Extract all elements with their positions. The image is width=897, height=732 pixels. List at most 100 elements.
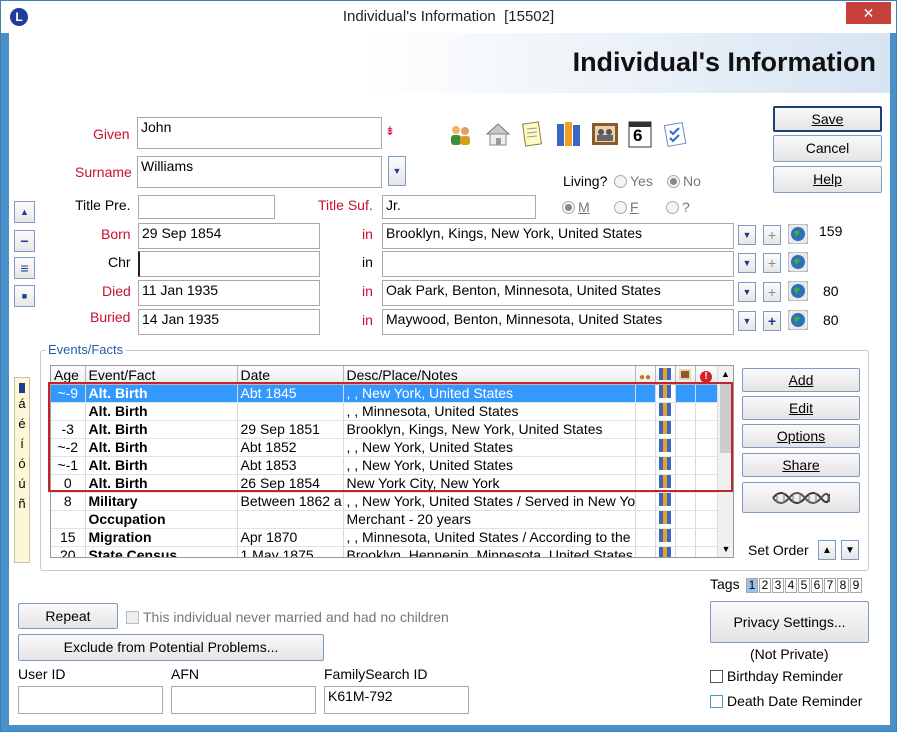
buried-globe-icon[interactable] — [788, 309, 808, 331]
surname-input[interactable]: Williams — [137, 156, 382, 188]
user-id-input[interactable] — [18, 686, 163, 714]
died-date-input[interactable]: 11 Jan 1935 — [138, 280, 320, 306]
tag-2[interactable]: 2 — [759, 578, 771, 593]
table-row[interactable]: Occupation Merchant - 20 years — [51, 510, 718, 529]
scroll-thumb[interactable] — [720, 383, 731, 453]
chr-place-dropdown[interactable]: ▼ — [738, 253, 756, 273]
family-icon[interactable] — [447, 121, 475, 149]
never-married-checkbox[interactable]: This individual never married and had no… — [126, 609, 449, 625]
accent-char-i[interactable]: í — [15, 434, 29, 454]
checklist-icon[interactable] — [661, 119, 691, 149]
tag-3[interactable]: 3 — [772, 578, 784, 593]
table-row[interactable]: 8 Military Between 1862 a , , New York, … — [51, 492, 718, 511]
born-globe-icon[interactable] — [788, 223, 808, 245]
buried-add-button[interactable]: + — [763, 311, 781, 331]
table-row[interactable]: 0 Alt. Birth 26 Sep 1854 New York City, … — [51, 474, 718, 493]
birthday-reminder-checkbox[interactable]: Birthday Reminder — [710, 668, 843, 684]
living-no-radio[interactable]: No — [667, 173, 701, 189]
save-button[interactable]: Save — [773, 106, 882, 132]
options-button[interactable]: Options — [742, 424, 860, 448]
repeat-button[interactable]: Repeat — [18, 603, 118, 629]
dna-button[interactable] — [742, 482, 860, 513]
row-people-cell — [635, 474, 656, 493]
given-input[interactable]: John — [137, 117, 382, 149]
list-button[interactable]: ≡ — [14, 257, 35, 279]
afn-input[interactable] — [171, 686, 316, 714]
title-suf-input[interactable]: Jr. — [382, 195, 536, 219]
column-header-media[interactable] — [675, 366, 696, 385]
home-icon[interactable] — [483, 119, 513, 149]
born-place-input[interactable]: Brooklyn, Kings, New York, United States — [382, 223, 734, 249]
accent-char-o[interactable]: ó — [15, 454, 29, 474]
table-row[interactable]: ~-2 Alt. Birth Abt 1852 , , New York, Un… — [51, 438, 718, 457]
table-row[interactable]: -3 Alt. Birth 29 Sep 1851 Brooklyn, King… — [51, 420, 718, 439]
accent-char-e[interactable]: é — [15, 414, 29, 434]
books-icon[interactable] — [553, 119, 585, 149]
cancel-button[interactable]: Cancel — [773, 135, 882, 162]
table-row[interactable]: ~-1 Alt. Birth Abt 1853 , , New York, Un… — [51, 456, 718, 475]
chr-globe-icon[interactable] — [788, 251, 808, 273]
share-button[interactable]: Share — [742, 453, 860, 477]
close-button[interactable]: ✕ — [846, 2, 891, 24]
chr-date-input[interactable] — [138, 251, 320, 277]
sex-m-radio[interactable]: M — [562, 199, 590, 215]
born-add-button[interactable]: + — [763, 225, 781, 245]
familysearch-id-input[interactable]: K61M-792 — [324, 686, 469, 714]
born-place-dropdown[interactable]: ▼ — [738, 225, 756, 245]
given-sort-icon[interactable]: ⇟ — [385, 124, 395, 138]
buried-date-input[interactable]: 14 Jan 1935 — [138, 309, 320, 335]
table-row[interactable]: 20 State Census 1 May 1875 Brooklyn, Hen… — [51, 546, 718, 557]
tag-6[interactable]: 6 — [811, 578, 823, 593]
tag-8[interactable]: 8 — [837, 578, 849, 593]
order-up-button[interactable]: ▲ — [818, 540, 836, 560]
tag-4[interactable]: 4 — [785, 578, 797, 593]
edit-event-button[interactable]: Edit — [742, 396, 860, 420]
table-row[interactable]: Alt. Birth , , Minnesota, United States — [51, 402, 718, 421]
notepad-icon[interactable] — [519, 119, 547, 149]
move-up-button[interactable]: ▲ — [14, 201, 35, 223]
living-yes-radio[interactable]: Yes — [614, 173, 653, 189]
title-pre-input[interactable] — [138, 195, 275, 219]
surname-dropdown-button[interactable]: ▼ — [388, 156, 406, 186]
add-event-button[interactable]: Add — [742, 368, 860, 392]
help-button[interactable]: Help — [773, 166, 882, 193]
tag-5[interactable]: 5 — [798, 578, 810, 593]
scroll-up-icon[interactable]: ▲ — [718, 366, 733, 382]
sex-f-radio[interactable]: F — [614, 199, 639, 215]
table-row[interactable]: 15 Migration Apr 1870 , , Minnesota, Uni… — [51, 528, 718, 547]
column-header-age[interactable]: Age — [51, 366, 86, 385]
chr-place-input[interactable] — [382, 251, 734, 277]
death-reminder-checkbox[interactable]: Death Date Reminder — [710, 693, 862, 709]
died-globe-icon[interactable] — [788, 280, 808, 302]
column-header-desc[interactable]: Desc/Place/Notes — [343, 366, 636, 385]
accent-char-a[interactable]: á — [15, 394, 29, 414]
calendar-icon[interactable]: 6 — [626, 118, 654, 150]
column-header-date[interactable]: Date — [237, 366, 344, 385]
born-date-input[interactable]: 29 Sep 1854 — [138, 223, 320, 249]
photo-icon[interactable] — [589, 119, 621, 149]
column-header-problems[interactable]: ! — [695, 366, 718, 385]
column-header-people[interactable]: ●● — [635, 366, 656, 385]
column-header-event[interactable]: Event/Fact — [85, 366, 238, 385]
died-add-button[interactable]: + — [763, 282, 781, 302]
column-header-sources[interactable] — [655, 366, 676, 385]
chr-add-button[interactable]: + — [763, 253, 781, 273]
table-row[interactable]: ~-9 Alt. Birth Abt 1845 , , New York, Un… — [51, 384, 718, 403]
order-down-button[interactable]: ▼ — [841, 540, 859, 560]
stop-button[interactable]: ■ — [14, 285, 35, 307]
died-place-dropdown[interactable]: ▼ — [738, 282, 756, 302]
tag-9[interactable]: 9 — [850, 578, 862, 593]
sex-unknown-radio[interactable]: ? — [666, 199, 690, 215]
died-place-input[interactable]: Oak Park, Benton, Minnesota, United Stat… — [382, 280, 734, 306]
buried-place-input[interactable]: Maywood, Benton, Minnesota, United State… — [382, 309, 734, 335]
accent-char-u[interactable]: ú — [15, 474, 29, 494]
privacy-settings-button[interactable]: Privacy Settings... — [710, 601, 869, 643]
tag-1[interactable]: 1 — [746, 578, 758, 593]
minus-button[interactable]: − — [14, 230, 35, 252]
exclude-problems-button[interactable]: Exclude from Potential Problems... — [18, 634, 324, 661]
scroll-down-icon[interactable]: ▼ — [718, 541, 733, 557]
tag-7[interactable]: 7 — [824, 578, 836, 593]
buried-place-dropdown[interactable]: ▼ — [738, 311, 756, 331]
events-scrollbar[interactable]: ▲ ▼ — [717, 366, 733, 557]
accent-char-n[interactable]: ñ — [15, 494, 29, 514]
